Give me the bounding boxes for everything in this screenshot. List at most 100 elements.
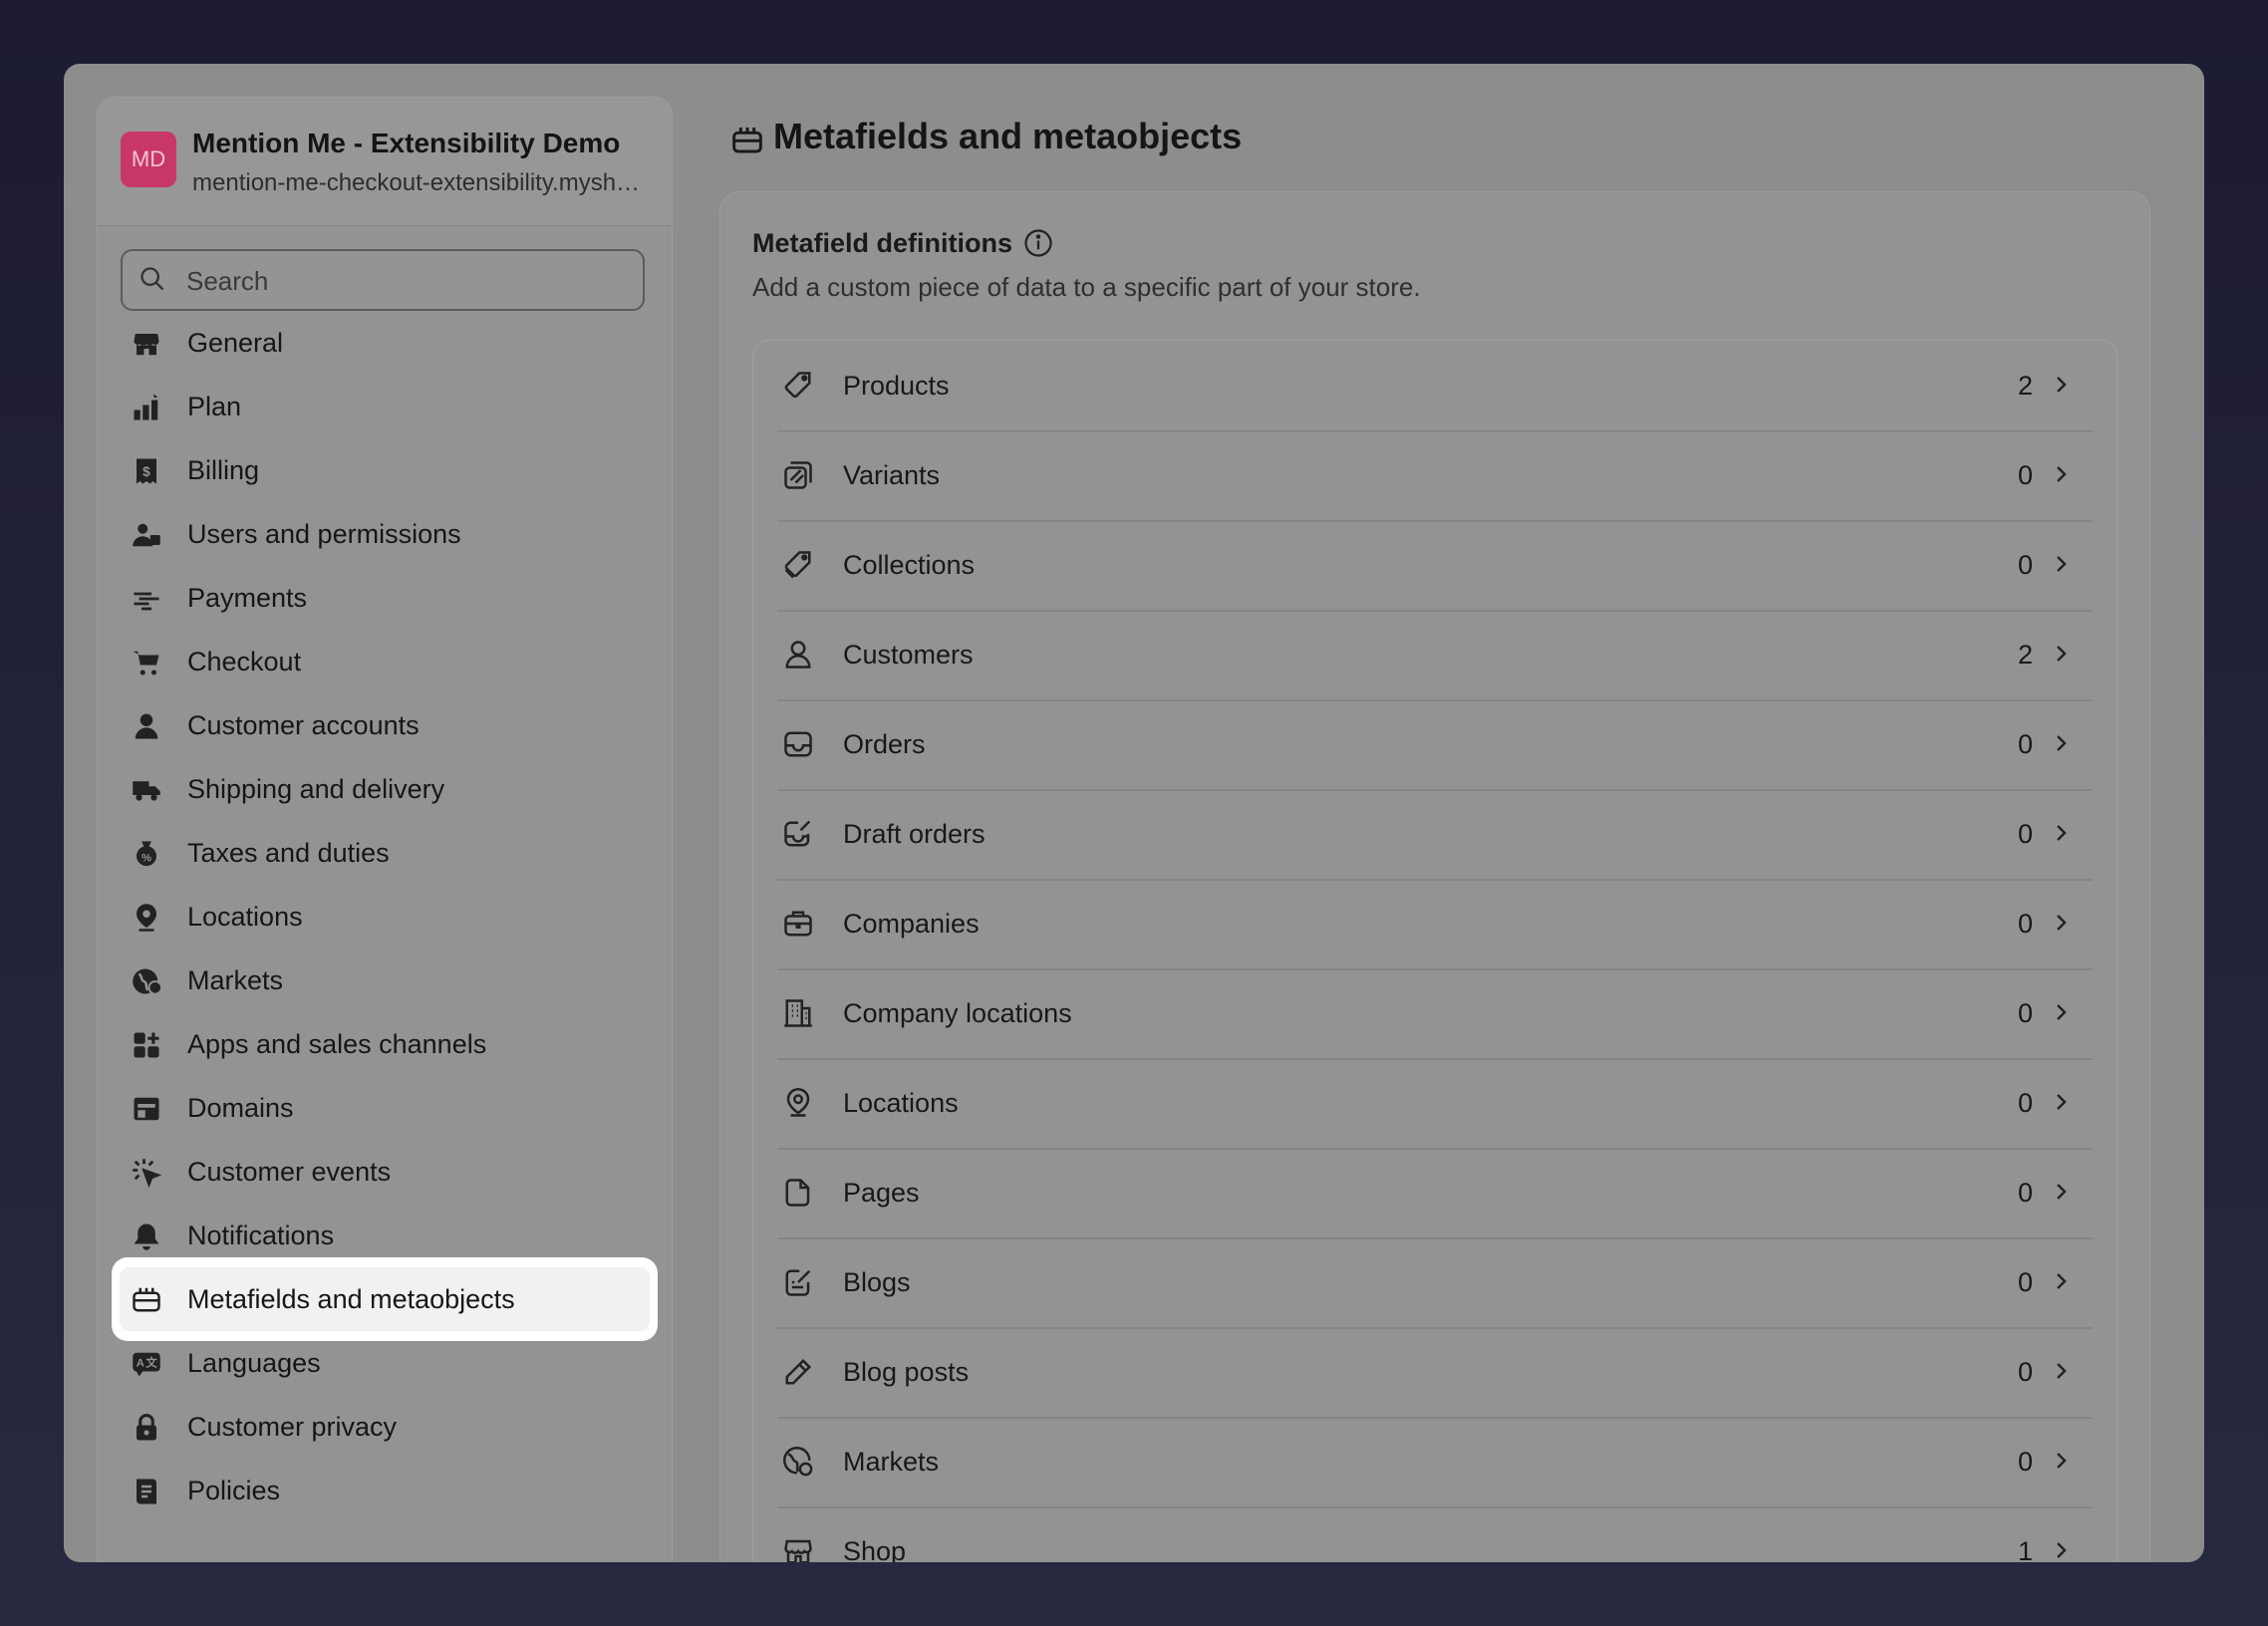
list-item-label: Pages xyxy=(843,1178,920,1208)
sidebar-item-customer-accounts[interactable]: Customer accounts xyxy=(98,693,672,757)
briefcase-icon xyxy=(783,909,813,939)
metafields-icon xyxy=(132,1284,161,1314)
chevron-right-icon xyxy=(2049,1090,2073,1114)
list-item-count: 0 xyxy=(2017,998,2033,1028)
bell-icon xyxy=(132,1221,161,1251)
pin-outline-icon xyxy=(783,1088,813,1118)
info-icon[interactable] xyxy=(1023,228,1053,258)
page-icon xyxy=(783,1178,813,1208)
list-item-count: 0 xyxy=(2017,1357,2033,1387)
sidebar-item-markets[interactable]: Markets xyxy=(98,948,672,1012)
billing-icon: $ xyxy=(132,456,161,486)
list-item-count: 2 xyxy=(2017,640,2033,670)
search-icon xyxy=(139,265,166,293)
list-item-locations[interactable]: Locations 0 xyxy=(777,1058,2093,1150)
globe-icon xyxy=(132,966,161,996)
list-item-count: 0 xyxy=(2017,460,2033,490)
sidebar-item-label: Payments xyxy=(187,582,308,613)
list-item-orders[interactable]: Orders 0 xyxy=(777,699,2093,791)
chevron-right-icon xyxy=(2049,821,2073,845)
list-item-shop[interactable]: Shop 1 xyxy=(777,1506,2093,1562)
sidebar-item-users[interactable]: Users and permissions xyxy=(98,502,672,566)
sidebar-item-languages[interactable]: A文 Languages xyxy=(98,1331,672,1395)
sidebar-item-label: Metafields and metaobjects xyxy=(187,1283,515,1314)
plan-icon xyxy=(132,393,161,422)
building-icon xyxy=(783,998,813,1028)
cart-icon xyxy=(132,648,161,678)
sidebar-item-shipping[interactable]: Shipping and delivery xyxy=(98,757,672,821)
list-item-customers[interactable]: Customers 2 xyxy=(777,610,2093,701)
list-item-label: Draft orders xyxy=(843,819,986,849)
chevron-right-icon xyxy=(2049,1359,2073,1383)
sidebar-item-policies[interactable]: Policies xyxy=(98,1459,672,1522)
list-item-products[interactable]: Products 2 xyxy=(777,341,2093,432)
list-item-label: Blog posts xyxy=(843,1357,970,1387)
list-item-count: 0 xyxy=(2017,1178,2033,1208)
list-item-count: 2 xyxy=(2017,371,2033,401)
pencil-icon xyxy=(783,1357,813,1387)
sidebar-item-label: Plan xyxy=(187,391,242,421)
lock-icon xyxy=(132,1413,161,1443)
svg-text:文: 文 xyxy=(145,1356,157,1370)
search-input[interactable] xyxy=(184,251,627,311)
chevron-right-icon xyxy=(2049,1269,2073,1293)
sidebar-item-label: General xyxy=(187,327,284,358)
list-item-markets[interactable]: Markets 0 xyxy=(777,1417,2093,1508)
sidebar-item-metafields[interactable]: Metafields and metaobjects xyxy=(112,1257,658,1341)
store-url: mention-me-checkout-extensibility.myshop… xyxy=(192,169,651,196)
card-subtitle: Add a custom piece of data to a specific… xyxy=(752,272,1421,302)
list-item-label: Company locations xyxy=(843,998,1072,1028)
sidebar-item-label: Users and permissions xyxy=(187,518,461,549)
list-item-blog-posts[interactable]: Blog posts 0 xyxy=(777,1327,2093,1419)
chevron-right-icon xyxy=(2049,731,2073,755)
chevron-right-icon xyxy=(2049,1449,2073,1473)
store-icon xyxy=(132,329,161,359)
sidebar-item-general[interactable]: General xyxy=(98,311,672,375)
list-item-label: Orders xyxy=(843,729,926,759)
list-item-blogs[interactable]: Blogs 0 xyxy=(777,1237,2093,1329)
events-icon xyxy=(132,1158,161,1188)
settings-nav: General Plan $ Billing Users and permiss… xyxy=(98,311,672,1522)
tag-icon xyxy=(783,371,813,401)
list-item-label: Blogs xyxy=(843,1267,911,1297)
list-item-count: 0 xyxy=(2017,729,2033,759)
location-icon xyxy=(132,903,161,933)
list-item-count: 0 xyxy=(2017,1267,2033,1297)
sidebar-item-plan[interactable]: Plan xyxy=(98,375,672,438)
svg-text:$: $ xyxy=(142,464,150,479)
list-item-label: Markets xyxy=(843,1447,940,1477)
card-title: Metafield definitions xyxy=(752,228,1013,258)
sidebar-item-label: Apps and sales channels xyxy=(187,1028,487,1059)
sidebar-item-billing[interactable]: $ Billing xyxy=(98,438,672,502)
list-item-companies[interactable]: Companies 0 xyxy=(777,879,2093,970)
list-item-pages[interactable]: Pages 0 xyxy=(777,1148,2093,1239)
sidebar-item-taxes[interactable]: % Taxes and duties xyxy=(98,821,672,885)
list-item-collections[interactable]: Collections 0 xyxy=(777,520,2093,612)
chevron-right-icon xyxy=(2049,642,2073,666)
sidebar-item-customer-privacy[interactable]: Customer privacy xyxy=(98,1395,672,1459)
page-title: Metafields and metaobjects xyxy=(731,116,1242,157)
sidebar-item-locations[interactable]: Locations xyxy=(98,885,672,948)
sidebar-item-apps[interactable]: Apps and sales channels xyxy=(98,1012,672,1076)
sidebar-item-checkout[interactable]: Checkout xyxy=(98,630,672,693)
settings-search[interactable] xyxy=(121,249,645,311)
list-item-company-locations[interactable]: Company locations 0 xyxy=(777,968,2093,1060)
policies-icon xyxy=(132,1477,161,1506)
store-name: Mention Me - Extensibility Demo xyxy=(192,128,621,158)
apps-icon xyxy=(132,1030,161,1060)
chevron-right-icon xyxy=(2049,552,2073,576)
chevron-right-icon xyxy=(2049,462,2073,486)
domains-icon xyxy=(132,1094,161,1124)
store-switcher[interactable]: MD Mention Me - Extensibility Demo menti… xyxy=(98,98,672,226)
svg-text:A: A xyxy=(137,1358,144,1370)
person-outline-icon xyxy=(783,640,813,670)
sidebar-item-label: Customer events xyxy=(187,1156,392,1187)
list-item-draft-orders[interactable]: Draft orders 0 xyxy=(777,789,2093,881)
blog-icon xyxy=(783,1267,813,1297)
sidebar-item-label: Locations xyxy=(187,901,303,932)
list-item-variants[interactable]: Variants 0 xyxy=(777,430,2093,522)
sidebar-item-domains[interactable]: Domains xyxy=(98,1076,672,1140)
metafield-definitions-card: Metafield definitions Add a custom piece… xyxy=(719,191,2150,1562)
sidebar-item-payments[interactable]: Payments xyxy=(98,566,672,630)
sidebar-item-customer-events[interactable]: Customer events xyxy=(98,1140,672,1204)
